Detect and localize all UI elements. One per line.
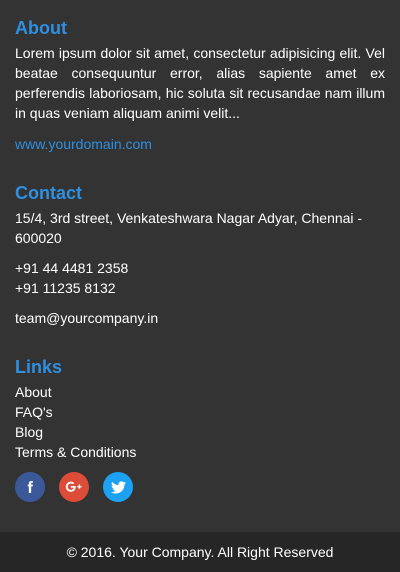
about-text: Lorem ipsum dolor sit amet, consectetur … [15,45,385,121]
social-icons [15,472,133,502]
website-link[interactable]: www.yourdomain.com [15,134,385,154]
google-plus-icon [65,481,82,492]
link-terms-conditions[interactable]: Terms & Conditions [15,442,136,462]
about-heading: About [15,18,67,38]
contact-heading: Contact [15,183,82,203]
copyright-text: © 2016. Your Company. All Right Reserved [66,544,334,560]
facebook-button[interactable] [15,472,45,502]
contact-email: team@yourcompany.in [15,310,159,326]
links-heading: Links [15,357,63,377]
link-blog[interactable]: Blog [15,422,136,442]
link-faqs[interactable]: FAQ's [15,402,136,422]
twitter-icon [110,480,126,493]
link-about[interactable]: About [15,382,136,402]
google-plus-button[interactable] [59,472,89,502]
facebook-icon [27,481,33,493]
twitter-button[interactable] [103,472,133,502]
contact-address: 15/4, 3rd street, Venkateshwara Nagar Ad… [15,210,363,246]
contact-phone-2: +91 11235 8132 [15,280,116,296]
links-list: About FAQ's Blog Terms & Conditions [15,382,136,462]
contact-phone-1: +91 44 4481 2358 [15,260,129,276]
bottom-bar: © 2016. Your Company. All Right Reserved [0,532,400,572]
